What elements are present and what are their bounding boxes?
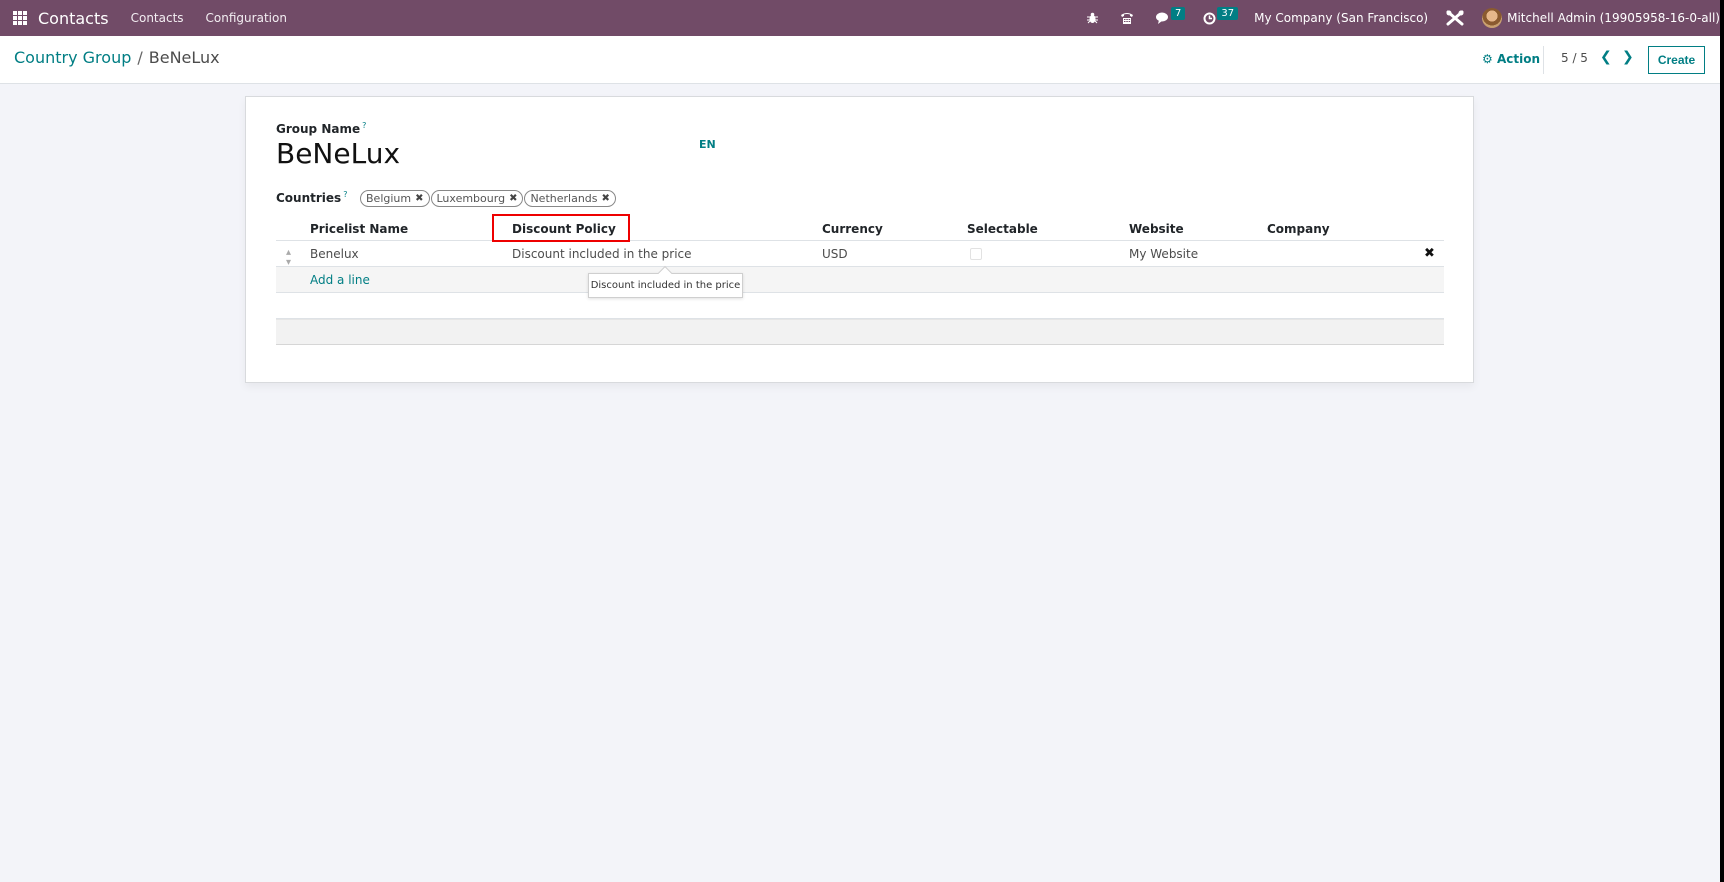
cell-website[interactable]: My Website	[1129, 241, 1198, 267]
cell-pricelist-name[interactable]: Benelux	[310, 241, 359, 267]
table-footer	[276, 319, 1444, 345]
cell-discount-policy[interactable]: Discount included in the price	[512, 241, 692, 267]
table-header: Pricelist Name Discount Policy Currency …	[276, 217, 1444, 241]
language-button[interactable]: EN	[699, 138, 716, 151]
column-header-selectable[interactable]: Selectable	[967, 217, 1038, 241]
group-name-label: Group Name?	[276, 121, 366, 136]
user-menu[interactable]: Mitchell Admin (19905958-16-0-all)	[1507, 11, 1720, 25]
table-row[interactable]: ▴ ▾ Benelux Discount included in the pric…	[276, 241, 1444, 268]
cell-currency[interactable]: USD	[822, 241, 848, 267]
remove-tag-icon[interactable]: ✖	[415, 191, 423, 206]
gear-icon: ⚙	[1482, 52, 1493, 66]
menu-configuration[interactable]: Configuration	[206, 11, 287, 25]
tooltip: Discount included in the price	[588, 265, 743, 298]
divider	[1543, 46, 1544, 74]
column-header-website[interactable]: Website	[1129, 217, 1184, 241]
pricelist-table: Pricelist Name Discount Policy Currency …	[276, 217, 1444, 345]
pager-next-icon[interactable]: ❯	[1622, 49, 1634, 65]
action-button[interactable]: ⚙ Action	[1482, 52, 1540, 66]
breadcrumb: Country Group / BeNeLux	[14, 48, 220, 67]
remove-tag-icon[interactable]: ✖	[509, 191, 517, 206]
phone-icon[interactable]	[1120, 11, 1134, 25]
highlight-box	[492, 214, 630, 242]
group-name-label-text: Group Name	[276, 122, 361, 136]
countries-tags[interactable]: Belgium ✖ Luxembourg ✖ Netherlands ✖	[360, 190, 617, 207]
action-label: Action	[1496, 52, 1540, 66]
country-tag: Luxembourg ✖	[430, 190, 524, 207]
control-panel: Country Group / BeNeLux ⚙ Action 5 / 5 ❮ ❯…	[0, 36, 1724, 84]
pager-value[interactable]: 5 / 5	[1561, 51, 1588, 65]
apps-menu-icon[interactable]	[13, 11, 29, 25]
group-name-input[interactable]: BeNeLux	[276, 137, 400, 170]
pager-previous-icon[interactable]: ❮	[1600, 49, 1612, 65]
delete-row-icon[interactable]: ✖	[1424, 241, 1435, 267]
help-icon[interactable]: ?	[343, 190, 347, 199]
country-tag: Netherlands ✖	[524, 190, 616, 207]
breadcrumb-country-group[interactable]: Country Group	[14, 48, 131, 67]
clock-icon[interactable]: 37	[1203, 6, 1239, 25]
drag-handle-icon[interactable]: ▴ ▾	[286, 248, 291, 268]
screen-edge	[1720, 0, 1724, 882]
tools-icon[interactable]	[1446, 10, 1464, 26]
create-button[interactable]: Create	[1648, 46, 1705, 74]
activities-count-badge: 37	[1217, 6, 1239, 20]
add-a-line-link[interactable]: Add a line	[310, 267, 370, 293]
column-header-currency[interactable]: Currency	[822, 217, 883, 241]
country-tag: Belgium ✖	[360, 190, 430, 207]
app-name[interactable]: Contacts	[38, 9, 109, 28]
country-tag-label: Luxembourg	[436, 192, 506, 205]
country-tag-label: Belgium	[366, 192, 412, 205]
countries-label: Countries?	[276, 190, 347, 205]
chat-icon[interactable]: 7	[1156, 6, 1186, 25]
breadcrumb-current: BeNeLux	[148, 48, 220, 67]
empty-row	[276, 293, 1444, 319]
breadcrumb-separator: /	[137, 48, 143, 67]
countries-label-text: Countries	[276, 191, 342, 205]
menu-contacts[interactable]: Contacts	[131, 11, 184, 25]
selectable-checkbox[interactable]	[970, 248, 982, 260]
remove-tag-icon[interactable]: ✖	[602, 191, 610, 206]
bug-icon[interactable]	[1087, 12, 1099, 24]
tooltip-text: Discount included in the price	[590, 280, 741, 291]
column-header-company[interactable]: Company	[1267, 217, 1330, 241]
column-header-pricelist-name[interactable]: Pricelist Name	[310, 217, 408, 241]
add-line-row: Add a line	[276, 267, 1444, 293]
help-icon[interactable]: ?	[362, 121, 366, 130]
top-navbar: Contacts Contacts Configuration 7 37 My …	[0, 0, 1724, 36]
avatar[interactable]	[1482, 8, 1503, 28]
messages-count-badge: 7	[1171, 6, 1186, 20]
company-switcher[interactable]: My Company (San Francisco)	[1254, 11, 1428, 25]
country-tag-label: Netherlands	[530, 192, 598, 205]
form-sheet: Group Name? BeNeLux EN Countries? Belgiu…	[245, 96, 1474, 383]
